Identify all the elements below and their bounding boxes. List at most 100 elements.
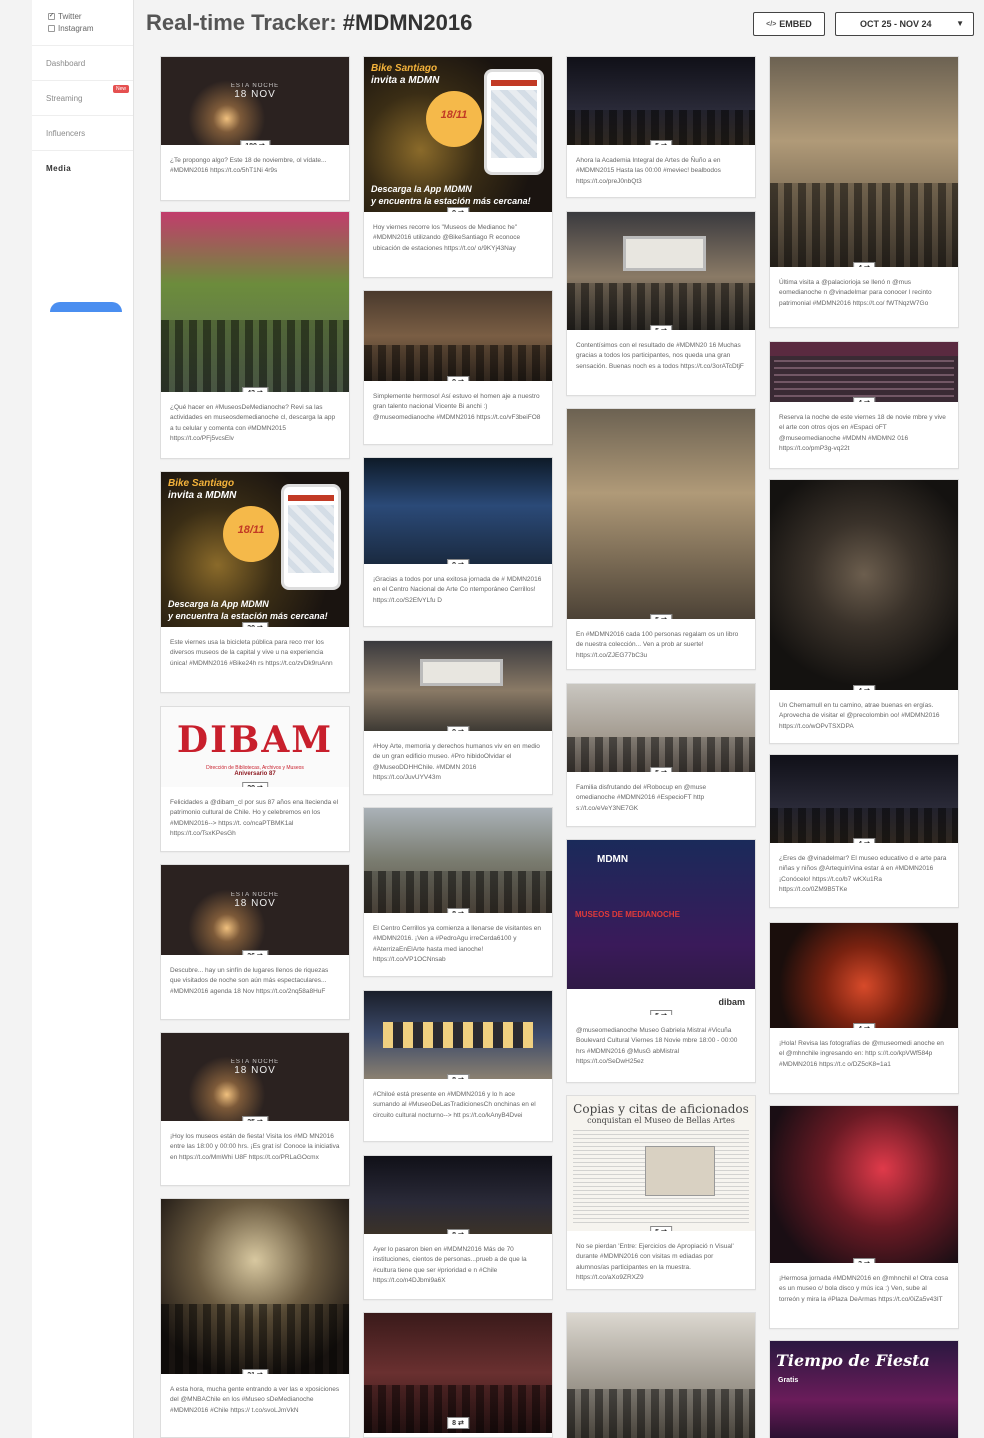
- nav-media[interactable]: Media: [32, 151, 133, 186]
- retweet-count-badge: 9 ⇄: [447, 207, 469, 212]
- media-photo[interactable]: 9 ⇄: [364, 291, 552, 381]
- media-photo[interactable]: ESTA NOCHE18 NOV 180 ⇄: [161, 57, 349, 145]
- media-photo[interactable]: 5 ⇄: [567, 212, 755, 330]
- photo-text-title: ESTA NOCHE: [230, 892, 280, 898]
- media-photo[interactable]: 9 ⇄: [364, 458, 552, 564]
- retweet-count-badge: 8 ⇄: [447, 1229, 469, 1234]
- sidebar: ✓ Twitter Instagram Dashboard Streaming …: [32, 0, 134, 1438]
- nav-influencers[interactable]: Influencers: [32, 116, 133, 151]
- post-caption: #Chiloé está presente en #MDMN2016 y lo …: [373, 1091, 536, 1119]
- photo-text-title: ESTA NOCHE: [230, 1059, 280, 1066]
- media-photo[interactable]: 9 ⇄: [364, 641, 552, 731]
- photo-date-circle: 18/11: [426, 91, 482, 147]
- media-card[interactable]: Bike Santiago invita a MDMN 18/11 Descar…: [160, 471, 350, 693]
- media-card[interactable]: 5 ⇄ Contentísimos con el resultado de #M…: [566, 211, 756, 396]
- post-caption: El Centro Cerrillos ya comienza a llenar…: [373, 925, 541, 964]
- media-card[interactable]: 9 ⇄ ¡Gracias a todos por una exitosa jor…: [363, 457, 553, 627]
- media-photo[interactable]: Tiempo de Fiesta Gratis: [770, 1341, 958, 1438]
- media-card[interactable]: Bike Santiago invita a MDMN 18/11 Descar…: [363, 56, 553, 278]
- media-photo[interactable]: 8 ⇄: [364, 991, 552, 1079]
- media-photo[interactable]: Copias y citas de aficionados conquistan…: [567, 1096, 755, 1231]
- twitter-toggle[interactable]: ✓ Twitter: [48, 10, 133, 22]
- media-photo[interactable]: MDMN MUSEOS DE MEDIANOCHE dibam 5 ⇄: [567, 840, 755, 1015]
- media-photo[interactable]: 4 ⇄: [770, 755, 958, 843]
- post-caption: No se pierdan 'Entre: Ejercicios de Apro…: [576, 1243, 734, 1282]
- media-card[interactable]: MDMN MUSEOS DE MEDIANOCHE dibam 5 ⇄ @mus…: [566, 839, 756, 1083]
- nav-dashboard[interactable]: Dashboard: [32, 46, 133, 81]
- nav-streaming[interactable]: Streaming New: [32, 81, 133, 116]
- photo-text-bike: Bike Santiago: [168, 478, 235, 489]
- media-photo[interactable]: 3 ⇄: [770, 1106, 958, 1263]
- media-photo[interactable]: 21 ⇄: [161, 1199, 349, 1374]
- date-range-label: OCT 25 - NOV 24: [860, 19, 932, 29]
- media-card[interactable]: 4 ⇄ Última visita a @palaciorioja se lle…: [769, 56, 959, 328]
- media-photo[interactable]: 43 ⇄: [161, 212, 349, 392]
- media-card[interactable]: 43 ⇄ ¿Qué hacer en #MuseosDeMedianoche? …: [160, 211, 350, 459]
- retweet-count-badge: 5 ⇄: [650, 1010, 672, 1015]
- instagram-toggle[interactable]: Instagram: [48, 22, 133, 34]
- post-caption: Descubre... hay un sinfín de lugares lle…: [170, 967, 329, 995]
- media-card[interactable]: Tiempo de Fiesta Gratis: [769, 1340, 959, 1438]
- date-range-select[interactable]: OCT 25 - NOV 24 ▼: [835, 12, 974, 36]
- media-card[interactable]: 9 ⇄ Simplemente hermoso! Así estuvo el h…: [363, 290, 553, 445]
- media-card[interactable]: 4 ⇄ ¿Eres de @vinadelmar? El museo educa…: [769, 754, 959, 908]
- media-photo[interactable]: Bike Santiago invita a MDMN 18/11 Descar…: [364, 57, 552, 212]
- media-card[interactable]: 8 ⇄: [363, 1312, 553, 1438]
- retweet-count-badge: 8 ⇄: [447, 1074, 469, 1079]
- post-caption: Ahora la Academia Integral de Artes de Ñ…: [576, 157, 721, 185]
- checkbox-icon[interactable]: [48, 24, 55, 32]
- post-caption: Felicidades a @dibam_cl por sus 87 años …: [170, 799, 339, 838]
- poster-footer-text: dibam: [718, 997, 745, 1007]
- post-caption: Un Chemamull en tu camino, atrae buenas …: [779, 702, 940, 730]
- media-card[interactable]: 5 ⇄ Familia disfrutando del #Robocup en …: [566, 683, 756, 827]
- media-photo[interactable]: ESTA NOCHE18 NOV 26 ⇄: [161, 865, 349, 955]
- media-card[interactable]: ESTA NOCHE18 NOV 180 ⇄ ¿Te propongo algo…: [160, 56, 350, 201]
- post-caption: Ayer lo pasaron bien en #MDMN2016 Más de…: [373, 1246, 527, 1285]
- media-card[interactable]: 4 ⇄ Un Chemamull en tu camino, atrae bue…: [769, 479, 959, 744]
- embed-button[interactable]: </> EMBED: [753, 12, 825, 36]
- post-caption: En #MDMN2016 cada 100 personas regalam o…: [576, 631, 739, 659]
- listing-rows: [774, 360, 954, 398]
- media-photo[interactable]: 4 ⇄: [770, 923, 958, 1028]
- photo-text-date: 18 NOV: [234, 89, 276, 101]
- page-title: Real-time Tracker: #MDMN2016: [146, 10, 472, 36]
- media-card[interactable]: Copias y citas de aficionados conquistan…: [566, 1095, 756, 1290]
- media-card[interactable]: 8 ⇄ #Chiloé está presente en #MDMN2016 y…: [363, 990, 553, 1142]
- post-caption: @museomedianoche Museo Gabriela Mistral …: [576, 1027, 738, 1066]
- post-caption: ¡Hermosa jornada #MDMN2016 en @mhnchil e…: [779, 1275, 949, 1303]
- media-card[interactable]: 5 ⇄ En #MDMN2016 cada 100 personas regal…: [566, 408, 756, 670]
- media-card[interactable]: ESTA NOCHE18 NOV 25 ⇄ ¡Hoy los museos es…: [160, 1032, 350, 1186]
- media-photo[interactable]: 8 ⇄: [364, 808, 552, 913]
- new-badge: New: [112, 85, 129, 93]
- media-card[interactable]: 21 ⇄ A esta hora, mucha gente entrando a…: [160, 1198, 350, 1438]
- media-photo[interactable]: 5 ⇄: [567, 57, 755, 145]
- media-photo[interactable]: 5 ⇄: [567, 684, 755, 772]
- media-card[interactable]: [566, 1312, 756, 1438]
- media-photo[interactable]: ESTA NOCHE18 NOV 25 ⇄: [161, 1033, 349, 1121]
- media-card[interactable]: 8 ⇄ Ayer lo pasaron bien en #MDMN2016 Má…: [363, 1155, 553, 1300]
- checkbox-checked-icon[interactable]: ✓: [48, 12, 55, 20]
- media-card[interactable]: 8 ⇄ El Centro Cerrillos ya comienza a ll…: [363, 807, 553, 977]
- retweet-count-badge: 9 ⇄: [447, 376, 469, 381]
- media-photo[interactable]: 4 ⇄: [770, 480, 958, 690]
- media-photo[interactable]: 4 ⇄: [770, 342, 958, 402]
- poster-title: MUSEOS DE MEDIANOCHE: [575, 910, 680, 919]
- media-card[interactable]: 4 ⇄ Reserva la noche de este viernes 18 …: [769, 341, 959, 469]
- media-card[interactable]: 5 ⇄ Ahora la Academia Integral de Artes …: [566, 56, 756, 198]
- media-photo[interactable]: DIBAM Dirección de Bibliotecas, Archivos…: [161, 707, 349, 787]
- media-card[interactable]: 4 ⇄ ¡Hola! Revisa las fotografías de @mu…: [769, 922, 959, 1094]
- media-card[interactable]: 3 ⇄ ¡Hermosa jornada #MDMN2016 en @mhnch…: [769, 1105, 959, 1329]
- nav-media-label: Media: [46, 164, 72, 173]
- media-card[interactable]: ESTA NOCHE18 NOV 26 ⇄ Descubre... hay un…: [160, 864, 350, 1020]
- media-card[interactable]: DIBAM Dirección de Bibliotecas, Archivos…: [160, 706, 350, 852]
- media-photo[interactable]: 8 ⇄: [364, 1313, 552, 1433]
- media-photo[interactable]: 4 ⇄: [770, 57, 958, 267]
- media-photo[interactable]: 5 ⇄: [567, 409, 755, 619]
- media-photo[interactable]: Bike Santiago invita a MDMN 18/11 Descar…: [161, 472, 349, 627]
- help-button[interactable]: [50, 302, 122, 312]
- media-photo[interactable]: [567, 1313, 755, 1438]
- media-card[interactable]: 9 ⇄ #Hoy Arte, memoria y derechos humano…: [363, 640, 553, 795]
- retweet-count-badge: 5 ⇄: [650, 1226, 672, 1231]
- phone-mockup: [484, 69, 544, 175]
- media-photo[interactable]: 8 ⇄: [364, 1156, 552, 1234]
